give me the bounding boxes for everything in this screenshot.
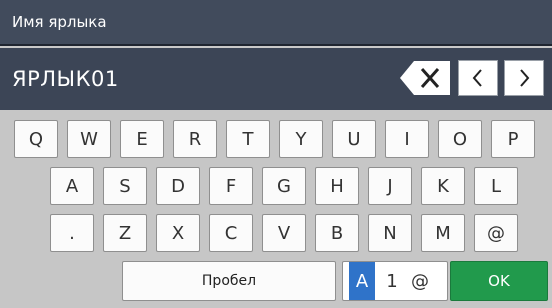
key-period[interactable]: . <box>50 214 94 252</box>
key-x[interactable]: X <box>156 214 200 252</box>
cursor-right-button[interactable] <box>504 60 544 96</box>
chevron-right-icon <box>520 69 530 87</box>
key-u[interactable]: U <box>332 120 376 158</box>
cursor-left-button[interactable] <box>458 60 498 96</box>
mode-symbol-indicator: @ <box>411 270 429 292</box>
backspace-button[interactable] <box>398 60 452 96</box>
key-s[interactable]: S <box>103 167 147 205</box>
key-y[interactable]: Y <box>279 120 323 158</box>
key-v[interactable]: V <box>262 214 306 252</box>
key-c[interactable]: C <box>209 214 253 252</box>
key-at[interactable]: @ <box>474 214 518 252</box>
chevron-left-icon <box>472 69 482 87</box>
key-n[interactable]: N <box>368 214 412 252</box>
backspace-icon <box>400 61 450 95</box>
key-t[interactable]: T <box>226 120 270 158</box>
input-mode-key[interactable]: A 1 @ <box>342 261 448 301</box>
key-d[interactable]: D <box>156 167 200 205</box>
key-p[interactable]: P <box>491 120 535 158</box>
mode-alpha-indicator: A <box>349 262 375 300</box>
page-title: Имя ярлыка <box>12 13 107 31</box>
key-a[interactable]: A <box>50 167 94 205</box>
key-w[interactable]: W <box>67 120 111 158</box>
key-o[interactable]: O <box>438 120 482 158</box>
key-h[interactable]: H <box>315 167 359 205</box>
key-j[interactable]: J <box>368 167 412 205</box>
label-input[interactable]: ЯРЛЫК01 <box>12 66 119 92</box>
mode-numeric-indicator: 1 <box>386 270 398 292</box>
key-l[interactable]: L <box>474 167 518 205</box>
space-key[interactable]: Пробел <box>122 261 336 301</box>
key-m[interactable]: M <box>421 214 465 252</box>
ok-button[interactable]: OK <box>450 261 548 301</box>
title-bar: Имя ярлыка <box>0 0 552 46</box>
key-f[interactable]: F <box>209 167 253 205</box>
key-q[interactable]: Q <box>14 120 58 158</box>
key-b[interactable]: B <box>315 214 359 252</box>
text-input-bar[interactable]: ЯРЛЫК01 <box>0 48 552 110</box>
key-e[interactable]: E <box>120 120 164 158</box>
key-i[interactable]: I <box>385 120 429 158</box>
key-k[interactable]: K <box>421 167 465 205</box>
key-z[interactable]: Z <box>103 214 147 252</box>
key-r[interactable]: R <box>173 120 217 158</box>
key-g[interactable]: G <box>262 167 306 205</box>
on-screen-keyboard: Q W E R T Y U I O P A S D F G H J K L . … <box>0 110 552 308</box>
